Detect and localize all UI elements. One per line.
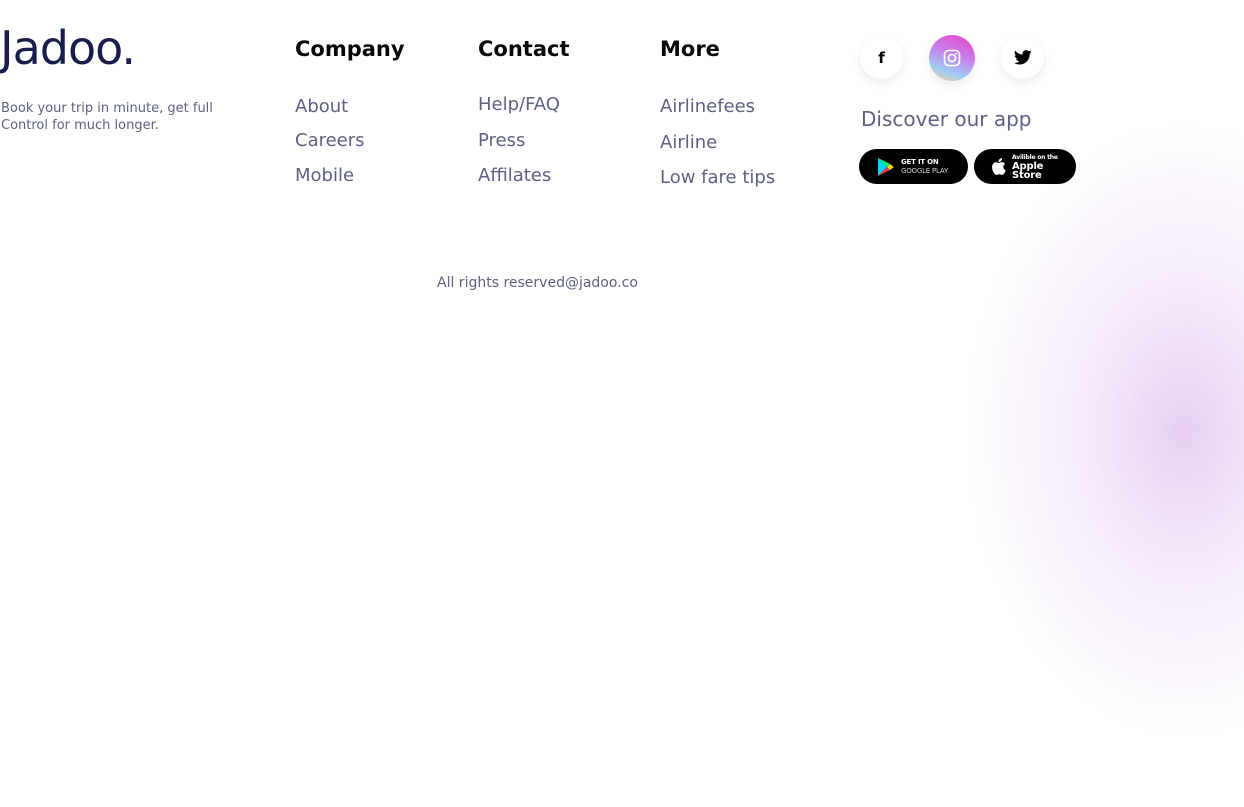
decorative-glow (964, 120, 1244, 740)
brand-block: Jadoo. (0, 22, 136, 74)
column-title: Contact (478, 37, 570, 61)
twitter-icon (1013, 50, 1032, 65)
footer-column-contact: Contact (478, 36, 570, 62)
apple-store-line2: Apple Store (1012, 161, 1044, 181)
footer-link-help-faq[interactable]: Help/FAQ (478, 94, 560, 115)
instagram-button[interactable] (929, 35, 975, 81)
footer-link-press[interactable]: Press (478, 130, 525, 151)
google-play-line1: GET IT ON (901, 157, 939, 166)
discover-app-label: Discover our app (861, 107, 1032, 131)
logo[interactable]: Jadoo. (0, 22, 136, 74)
footer-link-airlinefees[interactable]: Airlinefees (660, 96, 755, 117)
column-title: More (660, 37, 720, 61)
footer-column-company: Company (295, 36, 405, 62)
footer-link-affilates[interactable]: Affilates (478, 165, 551, 186)
copyright-text: All rights reserved@jadoo.co (437, 275, 638, 291)
social-links: f (860, 35, 1044, 81)
footer-link-mobile[interactable]: Mobile (295, 165, 354, 186)
apple-icon (991, 158, 1006, 175)
twitter-button[interactable] (1001, 36, 1044, 79)
footer-column-more: More (660, 36, 720, 62)
footer-page: Jadoo. Book your trip in minute, get ful… (0, 0, 1244, 807)
footer-link-about[interactable]: About (295, 96, 348, 117)
google-play-button[interactable]: GET IT ON GOOGLE PLAY (859, 149, 968, 184)
footer-link-airline[interactable]: Airline (660, 132, 717, 153)
google-play-icon (877, 157, 895, 177)
footer-link-careers[interactable]: Careers (295, 130, 365, 151)
google-play-line2: GOOGLE PLAY (901, 166, 949, 175)
instagram-icon (943, 49, 961, 67)
brand-tagline: Book your trip in minute, get full Contr… (1, 101, 213, 133)
apple-store-button[interactable]: Avilible on the Apple Store (974, 149, 1076, 184)
facebook-button[interactable]: f (860, 36, 903, 79)
apple-store-text: Avilible on the Apple Store (1012, 153, 1076, 181)
footer-link-low-fare-tips[interactable]: Low fare tips (660, 167, 775, 188)
column-title: Company (295, 37, 405, 61)
google-play-text: GET IT ON GOOGLE PLAY (901, 158, 948, 176)
facebook-icon: f (878, 48, 885, 67)
